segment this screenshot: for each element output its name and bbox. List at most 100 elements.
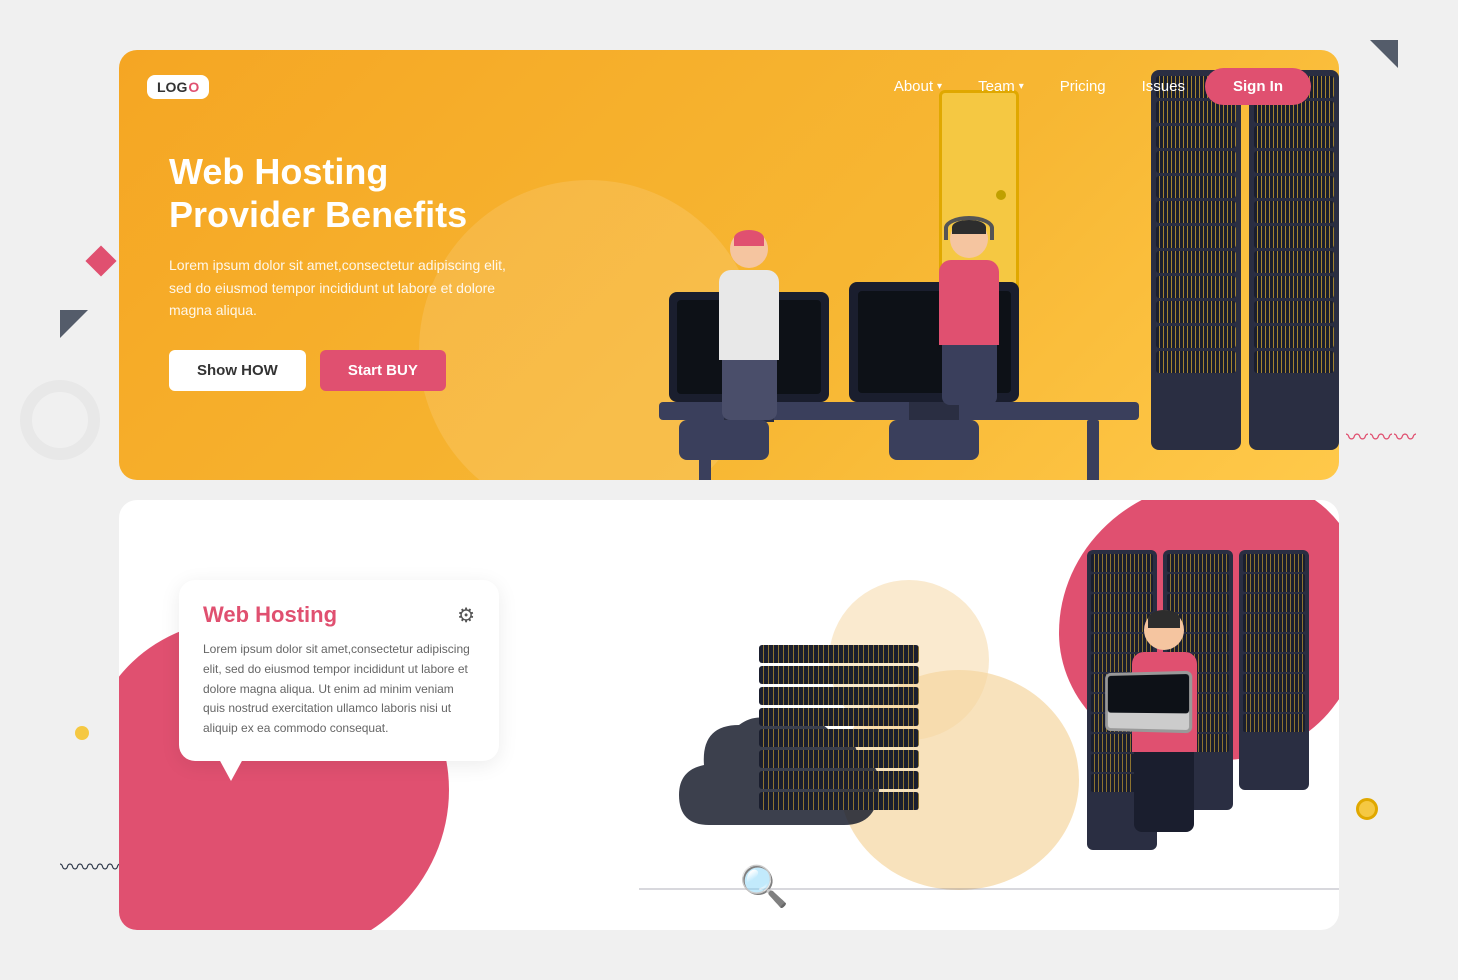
circle-deco-left xyxy=(20,380,100,460)
person1-head xyxy=(730,230,768,268)
rack-unit xyxy=(1156,251,1236,273)
person1-hair xyxy=(734,230,764,246)
person-bottom-legs xyxy=(1134,752,1194,832)
hero-description: Lorem ipsum dolor sit amet,consectetur a… xyxy=(169,254,509,321)
rack-unit xyxy=(1254,176,1334,198)
hero-title: Web Hosting Provider Benefits xyxy=(169,150,509,236)
person1-body xyxy=(719,270,779,360)
bottom-illustration: 🔍 xyxy=(639,530,1339,930)
signin-button[interactable]: Sign In xyxy=(1205,68,1311,105)
cards-wrapper: LOGO About ▾ Team ▾ Pricing Issues Sign … xyxy=(119,50,1339,930)
hero-content: Web Hosting Provider Benefits Lorem ipsu… xyxy=(169,150,509,391)
rack-unit xyxy=(1254,326,1334,348)
navbar: LOGO About ▾ Team ▾ Pricing Issues Sign … xyxy=(119,50,1339,123)
rack-unit xyxy=(1156,226,1236,248)
rack-unit xyxy=(1243,634,1305,652)
person-left xyxy=(699,230,799,430)
chevron-down-icon: ▾ xyxy=(1019,81,1024,92)
rack-unit xyxy=(1254,151,1334,173)
server-unit xyxy=(759,666,919,684)
logo: LOGO xyxy=(147,75,209,99)
server-unit xyxy=(759,645,919,663)
server-unit xyxy=(759,729,919,747)
door-knob xyxy=(996,190,1006,200)
rack-unit xyxy=(1156,301,1236,323)
triangle-deco-top-right xyxy=(1370,40,1398,68)
person-bottom xyxy=(1109,610,1219,890)
diamond-deco-left xyxy=(85,245,116,276)
headphones-icon xyxy=(944,216,994,240)
show-how-button[interactable]: Show HOW xyxy=(169,350,306,391)
nav-about[interactable]: About ▾ xyxy=(894,78,942,95)
server-unit xyxy=(759,687,919,705)
person1-legs xyxy=(722,360,777,420)
rack-unit xyxy=(1254,301,1334,323)
magnifier-icon: 🔍 xyxy=(739,863,789,910)
rack-unit xyxy=(1156,326,1236,348)
nav-team[interactable]: Team ▾ xyxy=(978,78,1024,95)
rack-unit xyxy=(1091,554,1153,572)
person-right xyxy=(909,220,1029,430)
person2-head xyxy=(950,220,988,258)
rack-unit xyxy=(1254,276,1334,298)
gear-icon: ⚙ xyxy=(457,603,475,628)
rack-unit xyxy=(1156,201,1236,223)
server-unit xyxy=(759,708,919,726)
bottom-card: Web Hosting ⚙ Lorem ipsum dolor sit amet… xyxy=(119,500,1339,930)
back-rack-3 xyxy=(1239,550,1309,790)
info-card-title: Web Hosting xyxy=(203,602,337,628)
server-rack-2 xyxy=(1249,70,1339,450)
start-buy-button[interactable]: Start BUY xyxy=(320,350,446,391)
rack-unit xyxy=(1156,126,1236,148)
person-bottom-hair xyxy=(1148,610,1180,628)
logo-text: LOG xyxy=(157,79,187,95)
rack-unit xyxy=(1156,151,1236,173)
person2-body xyxy=(939,260,999,345)
rack-unit xyxy=(1243,574,1305,592)
info-card-description: Lorem ipsum dolor sit amet,consectetur a… xyxy=(203,640,475,739)
triangle-deco-left xyxy=(60,310,88,338)
laptop xyxy=(1105,671,1192,733)
dot-deco-left xyxy=(75,726,89,740)
laptop-screen xyxy=(1107,674,1188,713)
server-unit xyxy=(759,771,919,789)
rack-unit xyxy=(1243,554,1305,572)
rack-unit xyxy=(1243,594,1305,612)
info-card-header: Web Hosting ⚙ xyxy=(203,602,475,628)
cloud-server-stack xyxy=(759,645,919,810)
rack-unit xyxy=(1254,351,1334,373)
rack-unit xyxy=(1156,351,1236,373)
server-unit xyxy=(759,792,919,810)
wave-deco-right: 〰〰〰 xyxy=(1346,420,1418,452)
nav-links: About ▾ Team ▾ Pricing Issues xyxy=(894,78,1185,95)
rack-unit xyxy=(1254,201,1334,223)
server-racks xyxy=(1151,70,1339,450)
rack-unit xyxy=(1243,674,1305,692)
dot-deco-right xyxy=(1356,798,1378,820)
person-bottom-head xyxy=(1144,610,1184,650)
rack-unit xyxy=(1254,126,1334,148)
server-unit xyxy=(759,750,919,768)
nav-issues[interactable]: Issues xyxy=(1142,78,1185,95)
server-rack-1 xyxy=(1151,70,1241,450)
nav-pricing[interactable]: Pricing xyxy=(1060,78,1106,95)
rack-unit xyxy=(1091,574,1153,592)
info-card: Web Hosting ⚙ Lorem ipsum dolor sit amet… xyxy=(179,580,499,761)
rack-unit xyxy=(1254,251,1334,273)
wave-deco-left: 〰〰〰 xyxy=(60,851,120,880)
cloud-server-area xyxy=(669,705,889,870)
chevron-down-icon: ▾ xyxy=(937,81,942,92)
rack-unit xyxy=(1156,276,1236,298)
rack-unit xyxy=(1254,226,1334,248)
rack-unit xyxy=(1156,176,1236,198)
person-bottom-body xyxy=(1132,652,1197,752)
rack-unit xyxy=(1243,714,1305,732)
logo-accent: O xyxy=(188,79,199,95)
rack-unit xyxy=(1243,654,1305,672)
rack-unit xyxy=(1167,554,1229,572)
rack-unit xyxy=(1243,694,1305,712)
hero-buttons: Show HOW Start BUY xyxy=(169,350,509,391)
rack-unit xyxy=(1243,614,1305,632)
person2-legs xyxy=(942,345,997,405)
top-card: LOGO About ▾ Team ▾ Pricing Issues Sign … xyxy=(119,50,1339,480)
